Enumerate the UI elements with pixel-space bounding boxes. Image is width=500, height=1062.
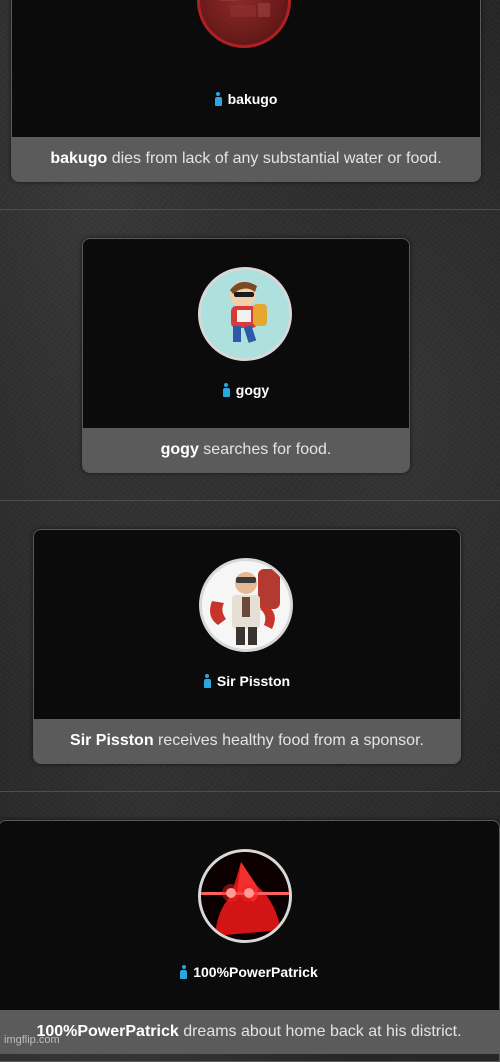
avatar-image (201, 852, 289, 940)
event-card-top: bakugo (12, 0, 480, 137)
section-divider (0, 791, 500, 792)
event-actor-name: bakugo (50, 150, 108, 167)
tribute-name: 100%PowerPatrick (193, 964, 318, 980)
person-male-icon (222, 383, 230, 397)
tribute-name: gogy (235, 382, 270, 398)
avatar-image (220, 0, 270, 17)
event-card-bakugo: bakugo bakugo dies from lack of any subs… (11, 0, 481, 182)
event-description: gogy searches for food. (83, 428, 409, 472)
tribute-name-row: bakugo (12, 91, 480, 107)
tribute-avatar-bakugo (197, 0, 291, 48)
event-action-text: searches for food. (203, 441, 332, 458)
tribute-name: Sir Pisston (216, 673, 291, 689)
avatar-image (202, 561, 290, 649)
event-actor-name: Sir Pisston (70, 732, 154, 749)
tribute-name: bakugo (227, 91, 278, 107)
event-action-text: receives healthy food from a sponsor. (158, 732, 424, 749)
person-male-icon (180, 965, 188, 979)
person-male-icon (214, 92, 222, 106)
event-card-top: 100%PowerPatrick (0, 821, 499, 1010)
tribute-name-row: 100%PowerPatrick (0, 964, 499, 980)
event-card-sir-pisston: Sir Pisston Sir Pisston receives healthy… (33, 529, 461, 764)
section-divider (0, 209, 500, 210)
section-divider (0, 500, 500, 501)
tribute-name-row: Sir Pisston (34, 673, 460, 689)
imgflip-watermark: imgflip.com (4, 1034, 60, 1046)
event-card-gogy: gogy gogy searches for food. (82, 238, 410, 473)
tribute-avatar-100powerpatrick (198, 849, 292, 943)
event-card-top: gogy (83, 239, 409, 428)
event-description: bakugo dies from lack of any substantial… (12, 137, 480, 181)
event-action-text: dreams about home back at his district. (183, 1023, 462, 1040)
avatar-image (201, 270, 289, 358)
event-description: 100%PowerPatrick dreams about home back … (0, 1010, 499, 1054)
event-card-top: Sir Pisston (34, 530, 460, 719)
event-description: Sir Pisston receives healthy food from a… (34, 719, 460, 763)
tribute-avatar-sir-pisston (199, 558, 293, 652)
event-action-text: dies from lack of any substantial water … (111, 150, 442, 167)
person-male-icon (203, 674, 211, 688)
event-actor-name: gogy (160, 441, 199, 458)
tribute-name-row: gogy (83, 382, 409, 398)
event-card-100powerpatrick: 100%PowerPatrick 100%PowerPatrick dreams… (0, 820, 500, 1062)
tribute-avatar-gogy (198, 267, 292, 361)
